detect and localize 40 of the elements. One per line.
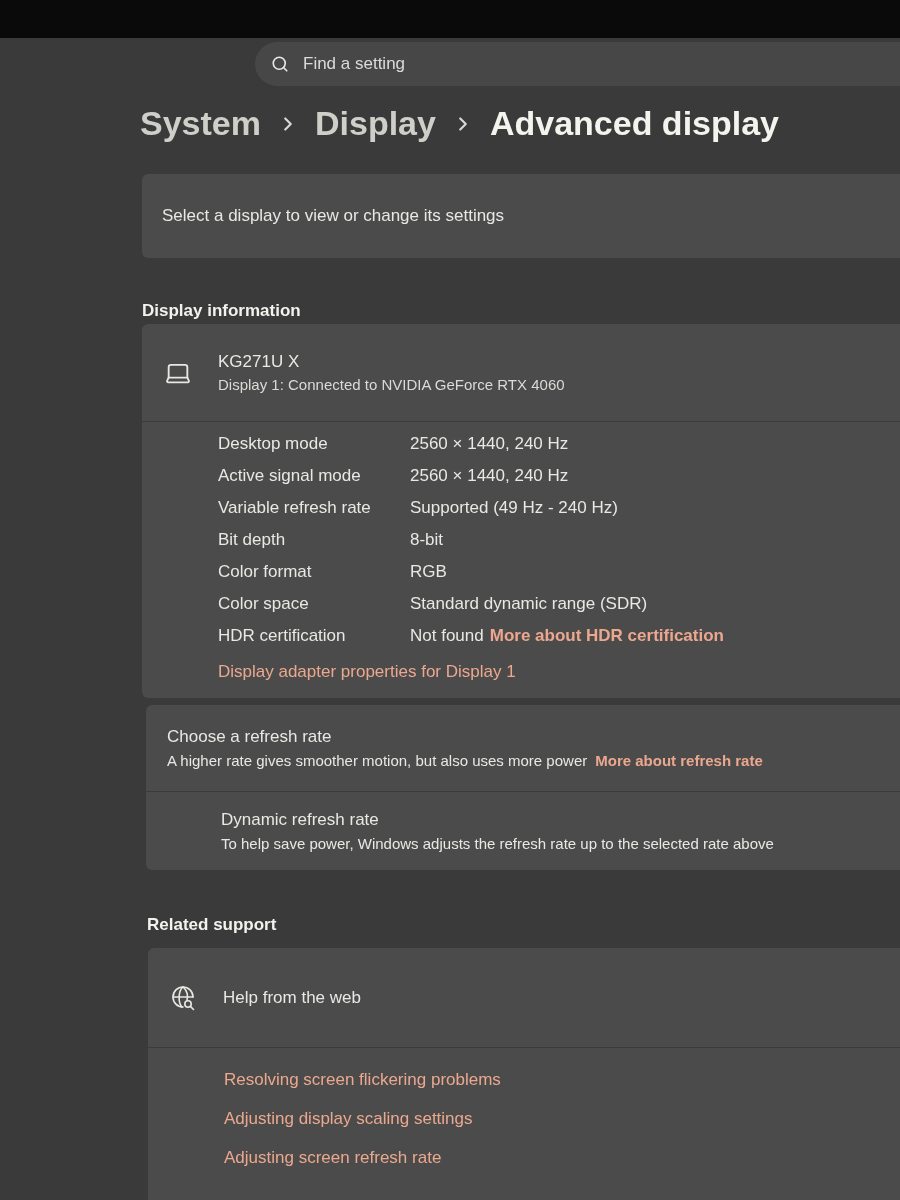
breadcrumb-item: Advanced display: [489, 103, 780, 144]
help-from-web-row[interactable]: Help from the web: [148, 948, 900, 1048]
property-label: Variable refresh rate: [218, 497, 372, 520]
refresh-rate-link[interactable]: More about refresh rate: [595, 749, 763, 772]
property-label: Color space: [218, 593, 310, 616]
property-value: Not found: [410, 625, 484, 648]
property-value: 2560 × 1440, 240 Hz: [410, 433, 569, 456]
help-title: Help from the web: [223, 986, 361, 1009]
property-value: RGB: [410, 561, 447, 584]
search-field[interactable]: Find a setting: [255, 42, 900, 86]
support-link[interactable]: Adjusting display scaling settings: [224, 1105, 473, 1132]
display-select-card[interactable]: Select a display to view or change its settings: [142, 174, 900, 258]
dynamic-refresh-row[interactable]: Dynamic refresh rate To help save power, Windows adjusts the refresh rate up to the selected rate above: [146, 792, 900, 870]
refresh-rate-description: A higher rate gives smoother motion, but also uses more power: [167, 750, 588, 771]
breadcrumb-item[interactable]: System: [140, 98, 261, 149]
search-icon: [271, 55, 289, 73]
property-label: Bit depth: [218, 529, 287, 552]
property-label: Color format: [218, 561, 313, 584]
breadcrumb-item[interactable]: Display: [314, 98, 436, 149]
property-value: Standard dynamic range (SDR): [410, 593, 648, 616]
monitor-name: KG271U X: [218, 350, 301, 373]
monitor-subtitle: Display 1: Connected to NVIDIA GeForce RTX 4060: [218, 375, 565, 395]
property-label: Desktop mode: [218, 433, 329, 456]
support-link[interactable]: Adjusting screen refresh rate: [224, 1144, 442, 1171]
property-value: 2560 × 1440, 240 Hz: [410, 465, 569, 488]
refresh-rate-row[interactable]: Choose a refresh rate A higher rate gives smoother motion, but also uses more power More about refresh rate: [146, 705, 900, 792]
section-heading: Related support: [147, 914, 277, 937]
property-value: 8-bit: [410, 529, 444, 552]
refresh-rate-title: Choose a refresh rate: [167, 726, 333, 748]
support-link[interactable]: Resolving screen flickering problems: [224, 1066, 501, 1093]
section-heading: Display information: [142, 300, 301, 323]
hdr-certification-link[interactable]: More about HDR certification: [489, 623, 724, 649]
property-label: Active signal mode: [218, 465, 362, 488]
property-value: Supported (49 Hz - 240 Hz): [410, 497, 618, 520]
property-label: HDR certification: [218, 625, 347, 648]
globe-search-icon: [170, 984, 196, 1011]
display-select-label: Select a display to view or change its settings: [162, 205, 505, 228]
adapter-properties-link[interactable]: Display adapter properties for Display 1: [218, 659, 516, 685]
dynamic-refresh-title: Dynamic refresh rate: [221, 809, 380, 831]
dynamic-refresh-description: To help save power, Windows adjusts the refresh rate up to the selected rate above: [221, 833, 775, 854]
